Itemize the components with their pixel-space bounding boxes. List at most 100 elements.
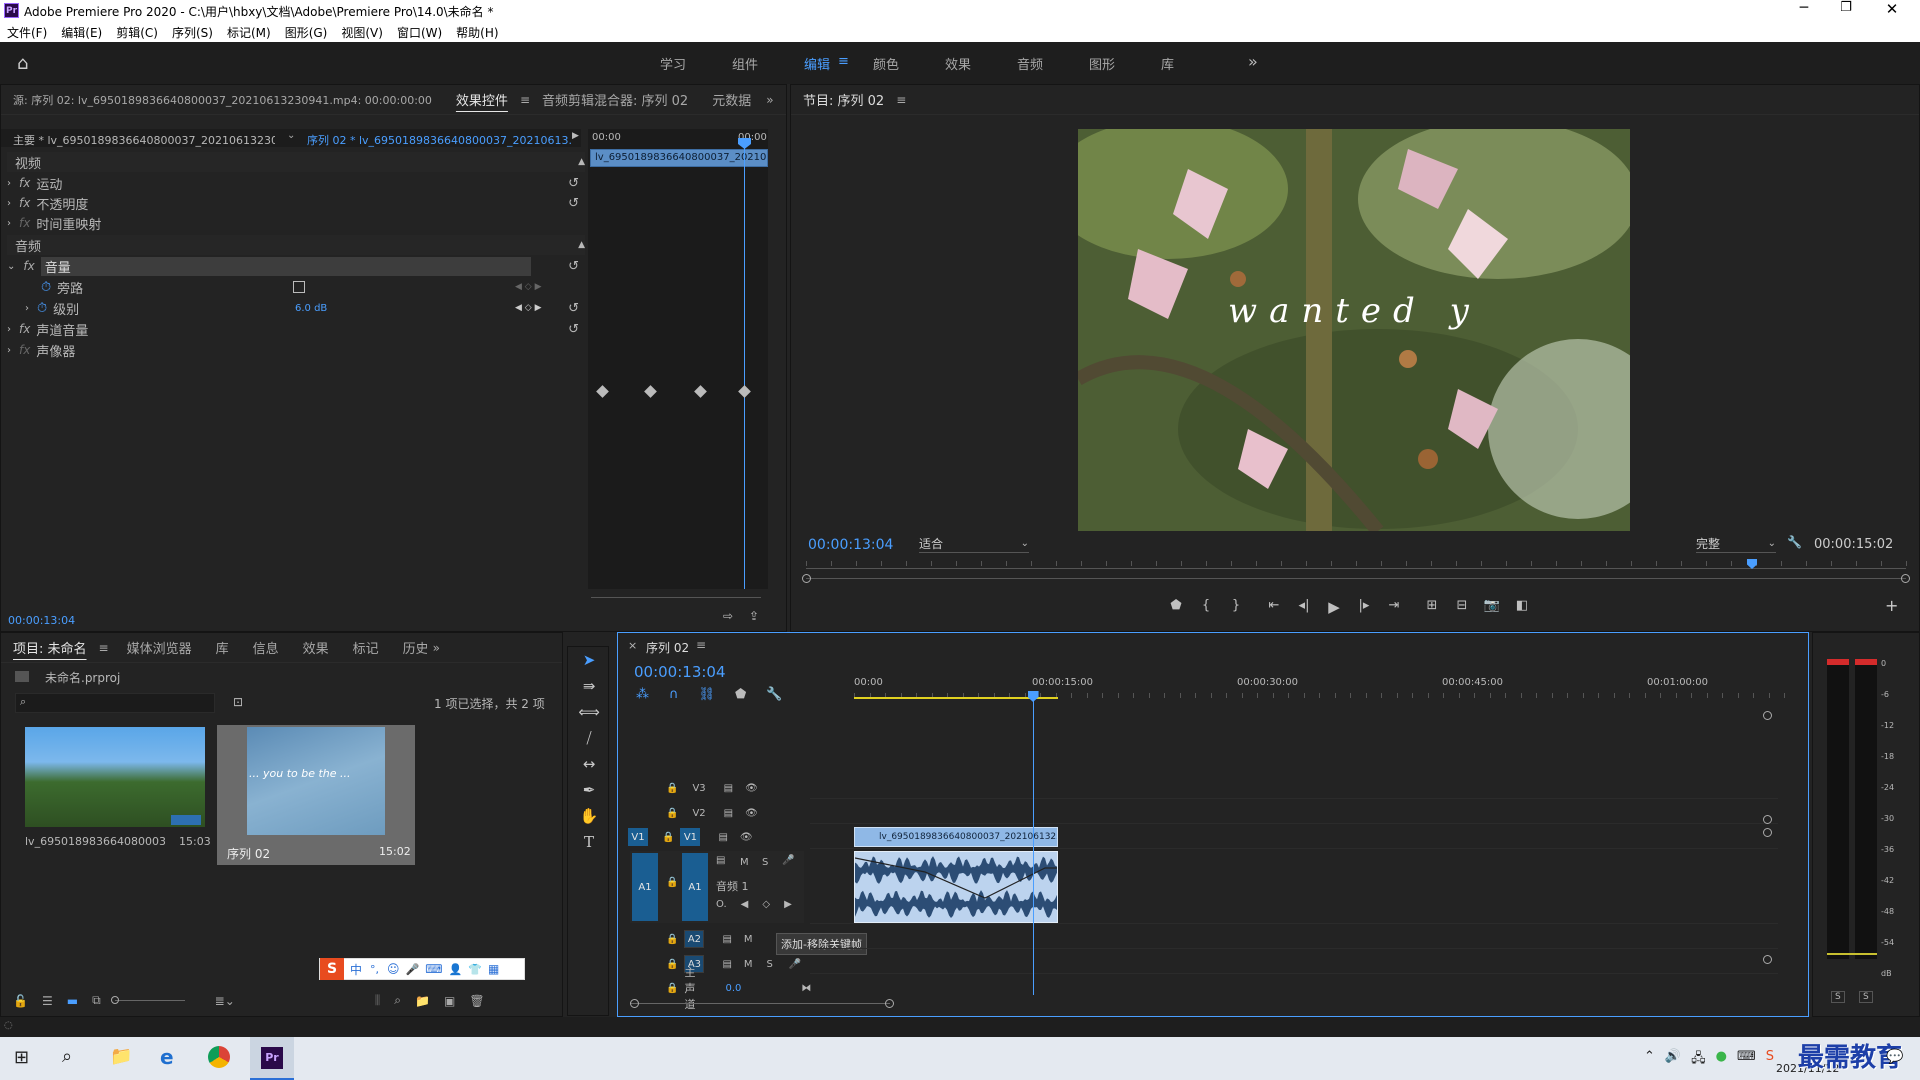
chrome-icon[interactable]	[208, 1046, 230, 1068]
prev-keyframe-icon[interactable]: ◀	[741, 899, 749, 910]
timeline-title[interactable]: 序列 02	[646, 639, 689, 656]
notification-icon[interactable]: 💬	[1886, 1049, 1903, 1065]
scroll-handle[interactable]	[1763, 815, 1772, 824]
master-clip-selector[interactable]: 主要 * lv_6950189836640800037_202106132309…	[13, 132, 275, 148]
sync-lock-icon[interactable]: ▤	[724, 783, 733, 794]
timeline-ruler[interactable]: 00:00 00:00:15:00 00:00:30:00 00:00:45:0…	[854, 669, 1785, 705]
find-icon[interactable]: ⌕	[394, 993, 401, 1008]
workspace-tab[interactable]: 图形	[1089, 54, 1115, 73]
mini-playhead[interactable]	[744, 139, 745, 589]
workspace-tab[interactable]: 音频	[1017, 54, 1043, 73]
program-scrub-bar[interactable]	[806, 559, 1907, 573]
automate-icon[interactable]: ⫼	[375, 993, 381, 1008]
scroll-handle[interactable]	[1763, 955, 1772, 964]
sync-lock-icon[interactable]: ▤	[722, 934, 731, 945]
comparison-view-icon[interactable]: ◧	[1507, 598, 1537, 616]
panel-menu-icon[interactable]: ≡	[896, 93, 906, 107]
menu-item[interactable]: 图形(G)	[285, 24, 328, 41]
mark-in-icon[interactable]: {	[1191, 598, 1221, 616]
effect-panner[interactable]: › fx 声像器	[7, 340, 585, 360]
track-v1-toggle[interactable]: V1	[680, 828, 701, 846]
solo-button[interactable]: S	[762, 857, 768, 868]
add-keyframe-icon[interactable]: ◇	[762, 899, 770, 910]
chevron-up-icon[interactable]: ⌃	[1644, 1049, 1655, 1071]
lock-icon[interactable]: 🔒	[662, 832, 674, 843]
source-patch-a1[interactable]: A1	[632, 853, 658, 921]
keyframe-diamond[interactable]	[694, 385, 707, 398]
network-icon[interactable]: 🖧	[1691, 1049, 1706, 1071]
master-value[interactable]: 0.0	[725, 983, 741, 994]
chevron-right-icon[interactable]: ›	[7, 218, 11, 229]
effect-volume[interactable]: ⌄ fx 音量 ↺	[7, 256, 585, 276]
workspace-tab[interactable]: 编辑	[804, 54, 830, 73]
project-item-selected[interactable]: ... you to be the ... 序列 02 15:02	[217, 725, 415, 865]
tab-info[interactable]: 信息	[241, 638, 291, 657]
snap-icon[interactable]: ∩	[669, 687, 679, 702]
ime-keyboard-icon[interactable]: ⌨	[425, 962, 442, 976]
workspace-tab[interactable]: 颜色	[873, 54, 899, 73]
share-icon[interactable]: ⇪	[749, 609, 759, 623]
scroll-handle[interactable]	[1763, 711, 1772, 720]
meter-solo-left[interactable]: S	[1831, 991, 1845, 1003]
scroll-handle[interactable]	[1763, 828, 1772, 837]
fit-select[interactable]: 适合 ⌄	[919, 535, 1029, 553]
play-icon[interactable]: ▶	[1319, 598, 1349, 616]
list-view-icon[interactable]: ☰	[42, 994, 53, 1008]
source-patch-v1[interactable]: V1	[628, 828, 648, 846]
minimize-button[interactable]: ─	[1792, 0, 1816, 22]
effect-motion[interactable]: › fx 运动 ↺	[7, 173, 585, 193]
keyframe-nav[interactable]: ◀ ◇ ▶	[515, 282, 542, 292]
menu-item[interactable]: 视图(V)	[341, 24, 383, 41]
track-a1-toggle[interactable]: A1	[682, 853, 708, 921]
chevron-down-icon[interactable]: ⌄	[7, 261, 15, 272]
work-area-bar[interactable]	[854, 697, 1058, 699]
tab-metadata[interactable]: 元数据	[700, 90, 760, 109]
mini-timeline[interactable]: 00:00 00:00 lv_6950189836640800037_20210…	[588, 129, 768, 589]
trash-icon[interactable]: 🗑	[469, 994, 484, 1008]
lift-icon[interactable]: ⊞	[1417, 598, 1447, 616]
effect-time-remap[interactable]: › fx 时间重映射	[7, 213, 585, 233]
chevron-right-icon[interactable]: ›	[7, 198, 11, 209]
volume-icon[interactable]: 🔊	[1665, 1049, 1681, 1071]
workspace-tab[interactable]: 效果	[945, 54, 971, 73]
ime-menu-icon[interactable]: ▦	[488, 962, 499, 976]
workspace-tab[interactable]: 组件	[732, 54, 758, 73]
chevron-down-icon[interactable]: ⌄	[287, 130, 295, 141]
chevron-right-icon[interactable]: ›	[7, 324, 11, 335]
zoom-slider[interactable]	[110, 996, 185, 1004]
tab-effect-controls[interactable]: 效果控件	[444, 90, 520, 109]
edge-icon[interactable]: e	[160, 1045, 174, 1069]
project-item[interactable]: lv_6950189836640800037_... 15:03	[19, 723, 211, 848]
level-value[interactable]: 6.0 dB	[295, 303, 327, 314]
tab-project[interactable]: 项目: 未命名	[1, 638, 99, 657]
track-a2-toggle[interactable]: A2	[684, 930, 705, 948]
sequence-clip-label[interactable]: 序列 02 * lv_6950189836640800037_20210613.…	[307, 132, 571, 148]
tab-libraries[interactable]: 库	[204, 638, 241, 657]
eye-icon[interactable]: 👁	[745, 808, 758, 819]
icon-view-icon[interactable]: ▬	[67, 994, 78, 1008]
zoom-handle[interactable]	[591, 597, 761, 598]
ime-punct-icon[interactable]: °,	[370, 963, 379, 976]
bypass-checkbox[interactable]	[293, 281, 305, 293]
play-only-icon[interactable]: ▶	[572, 131, 579, 141]
tab-audio-clip-mixer[interactable]: 音频剪辑混合器: 序列 02	[530, 90, 700, 109]
home-icon[interactable]: ⌂	[17, 53, 37, 74]
slip-tool-icon[interactable]: ↔	[574, 751, 604, 777]
menu-item[interactable]: 剪辑(C)	[116, 24, 158, 41]
reset-icon[interactable]: ↺	[568, 259, 579, 274]
razor-tool-icon[interactable]: ⧸	[574, 725, 604, 751]
eye-icon[interactable]: 👁	[740, 832, 753, 843]
stopwatch-icon[interactable]: ⏱	[37, 301, 47, 316]
sort-icon[interactable]: ≣⌄	[215, 994, 235, 1008]
export-icon[interactable]: ⇨	[723, 609, 733, 623]
close-button[interactable]: ✕	[1880, 0, 1904, 22]
menu-item[interactable]: 帮助(H)	[456, 24, 498, 41]
new-bin-icon[interactable]: 📁	[415, 994, 430, 1008]
sogou-tray-icon[interactable]: S	[1766, 1049, 1774, 1071]
lock-icon[interactable]: 🔒	[666, 877, 678, 888]
lock-icon[interactable]: 🔒	[666, 783, 678, 794]
stopwatch-icon[interactable]: ⏱	[41, 280, 51, 295]
file-explorer-icon[interactable]: 📁	[110, 1046, 132, 1067]
marker-icon[interactable]: ⬟	[1161, 598, 1191, 616]
reset-icon[interactable]: ↺	[568, 301, 579, 316]
